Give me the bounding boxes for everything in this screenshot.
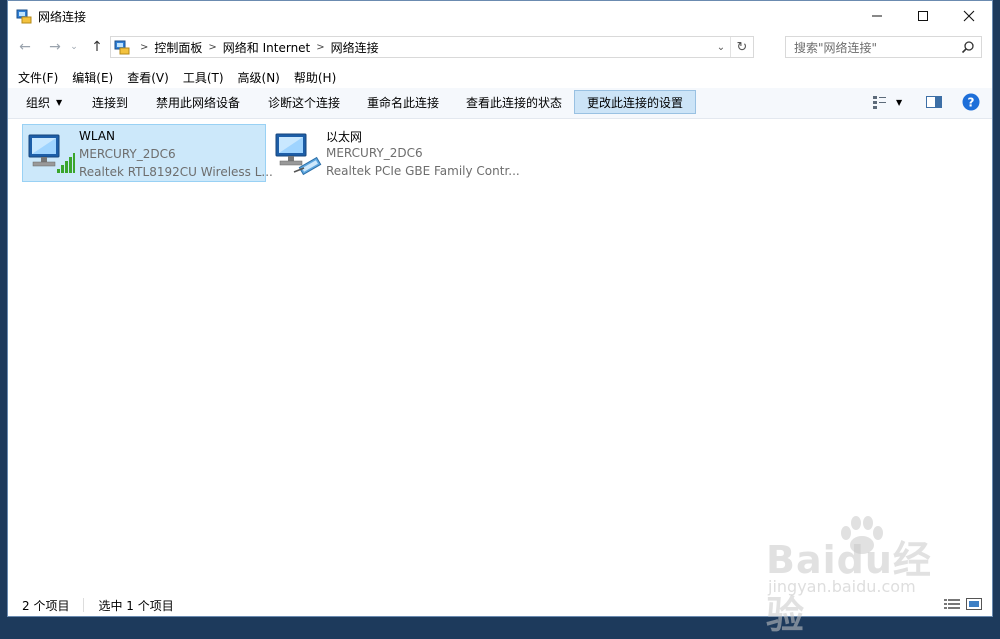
connections-list: WLAN MERCURY_2DC6 Realtek RTL8192CU Wire… (8, 119, 992, 594)
connection-tile-ethernet[interactable]: 以太网 MERCURY_2DC6 Realtek PCIe GBE Family… (270, 124, 530, 182)
back-button[interactable]: ← (16, 38, 34, 56)
organize-button[interactable]: 组织 ▼ (16, 90, 72, 114)
close-icon (963, 10, 975, 22)
up-button[interactable]: ↑ (88, 38, 106, 56)
view-options-icon (873, 96, 886, 109)
help-icon: ? (962, 93, 980, 111)
preview-pane-icon (926, 96, 942, 108)
back-arrow-icon: ← (19, 39, 31, 55)
connect-to-button[interactable]: 连接到 (82, 90, 138, 114)
minimize-button[interactable] (854, 1, 900, 31)
recent-locations-button[interactable]: ⌄ (68, 38, 80, 56)
connection-tile-wlan[interactable]: WLAN MERCURY_2DC6 Realtek RTL8192CU Wire… (22, 124, 273, 182)
dropdown-caret-icon: ▼ (56, 97, 63, 107)
details-view-icon[interactable] (944, 598, 960, 610)
organize-label: 组织 (26, 95, 51, 110)
view-dropdown-button[interactable]: ▼ (892, 90, 906, 114)
window-title: 网络连接 (38, 10, 87, 24)
search-icon (961, 41, 974, 54)
menu-edit[interactable]: 编辑(E) (72, 69, 113, 86)
control-panel-icon (114, 40, 130, 55)
change-settings-label: 更改此连接的设置 (586, 95, 683, 110)
breadcrumb-separator-icon: > (208, 41, 217, 53)
close-button[interactable] (946, 1, 992, 31)
diagnose-label: 诊断这个连接 (268, 95, 341, 110)
menu-advanced[interactable]: 高级(N) (238, 69, 280, 86)
connection-adapter: Realtek PCIe GBE Family Contr... (326, 164, 520, 178)
search-input[interactable]: 搜索"网络连接" (785, 36, 982, 58)
selection-count: 选中 1 个项目 (98, 598, 174, 613)
breadcrumb-network-internet[interactable]: 网络和 Internet (223, 39, 310, 56)
minimize-icon (872, 15, 882, 17)
menu-bar: 文件(F) 编辑(E) 查看(V) 工具(T) 高级(N) 帮助(H) (8, 67, 992, 87)
status-view-buttons (944, 598, 982, 610)
address-tail: ⌄ ↻ (712, 37, 753, 57)
maximize-icon (918, 11, 928, 21)
menu-help[interactable]: 帮助(H) (294, 69, 336, 86)
menu-tools[interactable]: 工具(T) (183, 69, 224, 86)
status-divider (83, 598, 85, 612)
maximize-button[interactable] (900, 1, 946, 31)
menu-view[interactable]: 查看(V) (127, 69, 169, 86)
breadcrumb-network-connections[interactable]: 网络连接 (331, 39, 379, 56)
network-folder-icon (16, 9, 32, 24)
chevron-down-icon: ⌄ (70, 42, 78, 52)
connection-network: MERCURY_2DC6 (79, 147, 176, 161)
forward-button[interactable]: → (46, 38, 64, 56)
connection-adapter: Realtek RTL8192CU Wireless L... (79, 165, 273, 179)
dropdown-caret-icon: ▼ (896, 97, 903, 107)
network-connections-window: 网络连接 ← → ⌄ ↑ > 控制面板 > 网络和 Internet > 网络连… (7, 0, 993, 617)
breadcrumb-control-panel[interactable]: 控制面板 (154, 39, 202, 56)
forward-arrow-icon: → (49, 39, 61, 55)
change-settings-button[interactable]: 更改此连接的设置 (574, 90, 696, 114)
breadcrumb-separator-icon: > (140, 41, 149, 53)
address-history-button[interactable]: ⌄ (712, 42, 730, 53)
address-row: ← → ⌄ ↑ > 控制面板 > 网络和 Internet > 网络连接 ⌄ ↻ (8, 34, 992, 60)
diagnose-button[interactable]: 诊断这个连接 (258, 90, 350, 114)
address-bar[interactable]: > 控制面板 > 网络和 Internet > 网络连接 ⌄ ↻ (110, 36, 754, 58)
title-bar: 网络连接 (8, 1, 992, 31)
connection-network: MERCURY_2DC6 (326, 146, 423, 160)
large-icons-view-icon[interactable] (966, 598, 982, 610)
up-arrow-icon: ↑ (91, 39, 103, 55)
view-status-label: 查看此连接的状态 (466, 95, 563, 110)
chevron-down-icon: ⌄ (716, 41, 726, 53)
refresh-icon: ↻ (736, 39, 748, 55)
disable-device-button[interactable]: 禁用此网络设备 (146, 90, 250, 114)
wifi-adapter-icon (28, 134, 75, 173)
svg-text:?: ? (968, 96, 975, 110)
status-bar: 2 个项目 选中 1 个项目 (8, 594, 992, 616)
ethernet-adapter-icon (275, 133, 322, 176)
view-status-button[interactable]: 查看此连接的状态 (456, 90, 572, 114)
rename-button[interactable]: 重命名此连接 (357, 90, 449, 114)
disable-device-label: 禁用此网络设备 (156, 95, 241, 110)
help-button[interactable]: ? (958, 90, 984, 114)
breadcrumb-separator-icon: > (316, 41, 325, 53)
rename-label: 重命名此连接 (367, 95, 440, 110)
refresh-button[interactable]: ↻ (730, 37, 753, 57)
item-count: 2 个项目 (22, 598, 70, 613)
connection-name: 以太网 (326, 130, 363, 144)
search-placeholder: 搜索"网络连接" (794, 40, 878, 55)
preview-pane-button[interactable] (922, 90, 946, 114)
change-view-button[interactable] (868, 90, 892, 114)
command-bar: 组织 ▼ 连接到 禁用此网络设备 诊断这个连接 重命名此连接 查看此连接的状态 … (8, 88, 992, 119)
connection-name: WLAN (79, 129, 116, 143)
menu-file[interactable]: 文件(F) (18, 69, 58, 86)
connect-to-label: 连接到 (92, 95, 129, 110)
